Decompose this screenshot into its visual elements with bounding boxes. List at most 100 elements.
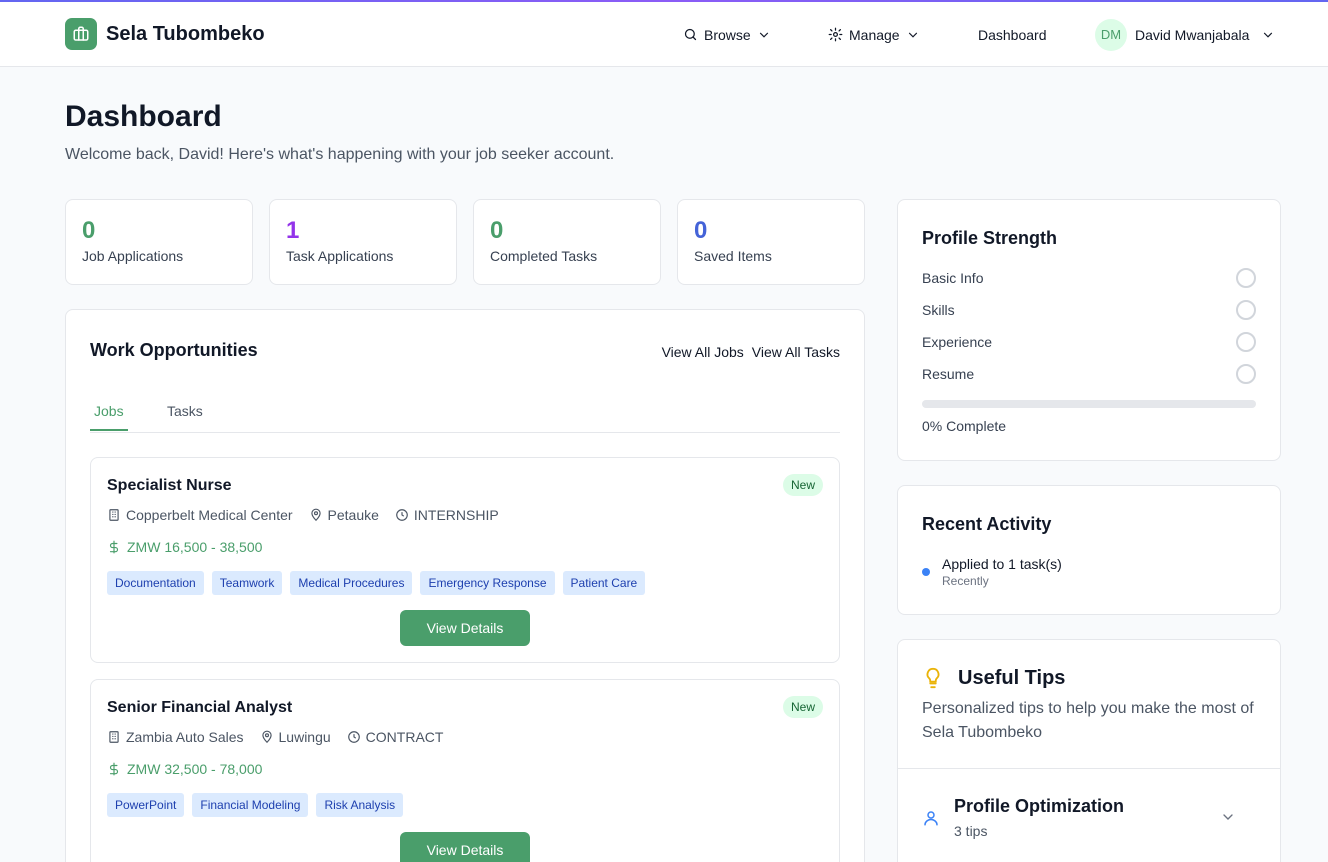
clock-icon <box>396 509 408 521</box>
dollar-icon <box>109 540 119 554</box>
work-opportunities-card: Work Opportunities View All Jobs View Al… <box>65 309 865 862</box>
stat-job-applications[interactable]: 0 Job Applications <box>65 199 253 285</box>
activity-text-block: Applied to 1 task(s) Recently <box>942 556 1062 588</box>
skill-tag: Medical Procedures <box>290 571 413 595</box>
map-pin-icon <box>261 730 272 744</box>
page-subtitle: Welcome back, David! Here's what's happe… <box>65 146 615 163</box>
user-icon <box>924 811 938 826</box>
section-title: Useful Tips <box>958 666 1066 689</box>
stat-label: Job Applications <box>82 248 184 264</box>
job-meta: Copperbelt Medical Center Petauke INTERN… <box>107 507 499 523</box>
profile-item-experience: Experience <box>922 332 1256 352</box>
stat-label: Saved Items <box>694 248 772 264</box>
tips-section-count: 3 tips <box>954 823 988 839</box>
company-name: Zambia Auto Sales <box>126 729 244 745</box>
page-title: Dashboard <box>65 100 222 133</box>
search-icon <box>684 28 697 41</box>
view-all-tasks-link[interactable]: View All Tasks <box>752 344 840 360</box>
chevron-down-icon <box>1223 814 1233 820</box>
profile-item-label: Basic Info <box>922 270 984 286</box>
new-badge: New <box>782 474 823 496</box>
stat-label: Completed Tasks <box>490 248 598 264</box>
skill-tag: Documentation <box>107 571 204 595</box>
stat-value: 0 <box>694 217 708 244</box>
tab-jobs[interactable]: Jobs <box>90 403 128 431</box>
section-title: Recent Activity <box>922 514 1052 534</box>
briefcase-icon <box>65 18 97 50</box>
tips-section-profile-optimization[interactable]: Profile Optimization 3 tips <box>922 796 1256 842</box>
brand-name: Sela Tubombeko <box>106 22 265 45</box>
brand[interactable]: Sela Tubombeko <box>65 18 265 50</box>
profile-item-skills: Skills <box>922 300 1256 320</box>
skill-tag: Financial Modeling <box>192 793 309 817</box>
tab-tasks[interactable]: Tasks <box>167 403 203 419</box>
progress-text: 0% Complete <box>922 418 1007 434</box>
skill-tag: Patient Care <box>562 571 646 595</box>
stat-saved-items[interactable]: 0 Saved Items <box>677 199 865 285</box>
clock-icon <box>347 731 360 743</box>
view-all-links: View All Jobs View All Tasks <box>662 344 840 360</box>
avatar: DM <box>1095 18 1127 51</box>
skill-tags: Documentation Teamwork Medical Procedure… <box>107 571 646 595</box>
recent-activity-card: Recent Activity Applied to 1 task(s) Rec… <box>897 485 1281 615</box>
job-title: Senior Financial Analyst <box>107 699 293 716</box>
nav-dashboard-label: Dashboard <box>978 26 1047 43</box>
nav-dashboard[interactable]: Dashboard <box>978 2 1047 67</box>
salary-range: ZMW 32,500 - 78,000 <box>127 761 263 777</box>
job-type-label: CONTRACT <box>365 729 444 745</box>
job-card[interactable]: Senior Financial Analyst New Zambia Auto… <box>90 679 840 862</box>
job-location: Luwingu <box>260 729 331 745</box>
activity-dot <box>922 568 930 576</box>
section-title: Profile Strength <box>922 228 1058 248</box>
view-all-jobs-link[interactable]: View All Jobs <box>662 344 744 360</box>
profile-progress-bar <box>922 400 1256 408</box>
chevron-down-icon <box>1264 32 1273 38</box>
useful-tips-card: Useful Tips Personalized tips to help yo… <box>897 639 1281 862</box>
stat-task-applications[interactable]: 1 Task Applications <box>269 199 457 285</box>
job-company: Zambia Auto Sales <box>107 729 244 745</box>
profile-item-basic-info: Basic Info <box>922 268 1256 288</box>
view-details-button[interactable]: View Details <box>400 610 530 646</box>
nav-manage-label: Manage <box>849 26 900 43</box>
company-name: Copperbelt Medical Center <box>126 507 293 523</box>
building-icon <box>109 731 119 743</box>
activity-time: Recently <box>942 574 989 588</box>
chevron-down-icon <box>908 32 917 38</box>
building-icon <box>109 509 119 521</box>
skill-tags: PowerPoint Financial Modeling Risk Analy… <box>107 793 404 817</box>
tips-header: Useful Tips <box>922 666 1065 690</box>
stat-value: 0 <box>82 217 96 244</box>
profile-strength-card: Profile Strength Basic Info Skills Exper… <box>897 199 1281 461</box>
job-salary: ZMW 32,500 - 78,000 <box>107 761 262 777</box>
user-menu[interactable]: DM David Mwanjabala <box>1095 2 1275 67</box>
stat-label: Task Applications <box>286 248 394 264</box>
job-type: INTERNSHIP <box>395 507 499 523</box>
activity-item: Applied to 1 task(s) Recently <box>922 556 1062 588</box>
job-company: Copperbelt Medical Center <box>107 507 293 523</box>
stat-value: 1 <box>286 217 300 244</box>
nav-browse[interactable]: Browse <box>683 2 771 67</box>
map-pin-icon <box>310 508 321 522</box>
profile-item-resume: Resume <box>922 364 1256 384</box>
lightbulb-icon <box>926 667 940 689</box>
divider <box>898 768 1280 769</box>
stat-value: 0 <box>490 217 504 244</box>
skill-tag: Risk Analysis <box>316 793 404 817</box>
empty-circle-icon <box>1236 268 1256 288</box>
nav-manage[interactable]: Manage <box>828 2 920 67</box>
empty-circle-icon <box>1236 364 1256 384</box>
salary-range: ZMW 16,500 - 38,500 <box>127 539 263 555</box>
activity-text: Applied to 1 task(s) <box>942 556 1062 572</box>
profile-item-label: Experience <box>922 334 993 350</box>
empty-circle-icon <box>1236 300 1256 320</box>
tips-subtitle: Personalized tips to help you make the m… <box>922 700 1254 741</box>
dollar-icon <box>109 762 119 776</box>
location-name: Luwingu <box>278 729 331 745</box>
section-title: Work Opportunities <box>90 340 258 360</box>
view-details-button[interactable]: View Details <box>400 832 530 862</box>
job-type-label: INTERNSHIP <box>413 507 499 523</box>
chevron-down-icon <box>759 32 768 38</box>
stat-completed-tasks[interactable]: 0 Completed Tasks <box>473 199 661 285</box>
job-salary: ZMW 16,500 - 38,500 <box>107 539 262 555</box>
job-card[interactable]: Specialist Nurse New Copperbelt Medical … <box>90 457 840 663</box>
